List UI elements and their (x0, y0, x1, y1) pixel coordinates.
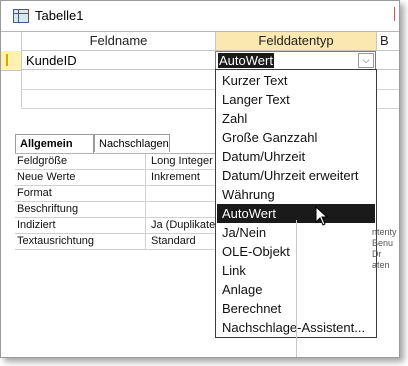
help-line: Benu (372, 238, 394, 248)
field-properties-panel: Allgemein Nachschlagen Feldgröße Long In… (15, 134, 215, 354)
datatype-header: Felddatentyp (216, 32, 377, 51)
datatype-combo[interactable]: AutoWert ⌵ (215, 51, 376, 70)
datatype-option[interactable]: Große Ganzzahl (217, 128, 375, 147)
property-value[interactable]: Standard (151, 234, 196, 249)
property-row[interactable]: Neue Werte Inkrement (15, 170, 215, 186)
window-edge (394, 7, 399, 21)
datatype-option[interactable]: Währung (217, 185, 375, 204)
property-row[interactable]: Textausrichtung Standard (15, 234, 215, 250)
property-row[interactable]: Format (15, 186, 215, 202)
pane-divider (296, 220, 297, 357)
datatype-combo-value: AutoWert (218, 53, 274, 68)
mouse-pointer-icon (315, 206, 329, 226)
property-row[interactable]: Indiziert Ja (Duplikate (15, 218, 215, 234)
datatype-option[interactable]: Zahl (217, 109, 375, 128)
help-line: ntenty (372, 227, 397, 237)
property-label: Beschriftung (17, 202, 146, 217)
fieldname-cell[interactable]: KundeID (22, 51, 216, 70)
primary-key-icon (6, 54, 16, 66)
properties-table: Feldgröße Long Integer Neue Werte Inkrem… (15, 153, 215, 250)
row-selector-current[interactable] (1, 51, 21, 71)
datatype-option[interactable]: Langer Text (217, 90, 375, 109)
property-value[interactable]: Inkrement (151, 170, 200, 185)
property-help-text: ntenty Benu Dr aten (372, 227, 397, 271)
property-label: Neue Werte (17, 170, 146, 185)
table-icon (13, 9, 29, 23)
property-label: Indiziert (17, 218, 146, 233)
property-label: Format (17, 186, 146, 201)
property-row[interactable]: Feldgröße Long Integer (15, 154, 215, 170)
document-tab-bar: Tabelle1 (1, 1, 399, 32)
description-header: B (377, 32, 399, 51)
description-cell[interactable] (377, 51, 399, 70)
tab-allgemein[interactable]: Allgemein (15, 134, 94, 153)
help-line: aten (372, 260, 390, 270)
tab-nachschlagen[interactable]: Nachschlagen (94, 134, 170, 152)
datatype-option[interactable]: Datum/Uhrzeit erweitert (217, 166, 375, 185)
document-tab-title[interactable]: Tabelle1 (35, 8, 83, 23)
datatype-option[interactable]: Kurzer Text (217, 71, 375, 90)
chevron-down-icon[interactable]: ⌵ (358, 53, 374, 68)
property-value[interactable]: Ja (Duplikate (151, 218, 215, 233)
property-label: Feldgröße (17, 154, 146, 169)
datatype-option[interactable]: Datum/Uhrzeit (217, 147, 375, 166)
property-row[interactable]: Beschriftung (15, 202, 215, 218)
help-line: Dr (372, 249, 382, 259)
property-label: Textausrichtung (17, 234, 146, 249)
fieldname-header: Feldname (22, 32, 216, 51)
table-design-window: Tabelle1 Feldname Felddatentyp B KundeID… (0, 0, 400, 358)
property-value[interactable]: Long Integer (151, 154, 213, 169)
